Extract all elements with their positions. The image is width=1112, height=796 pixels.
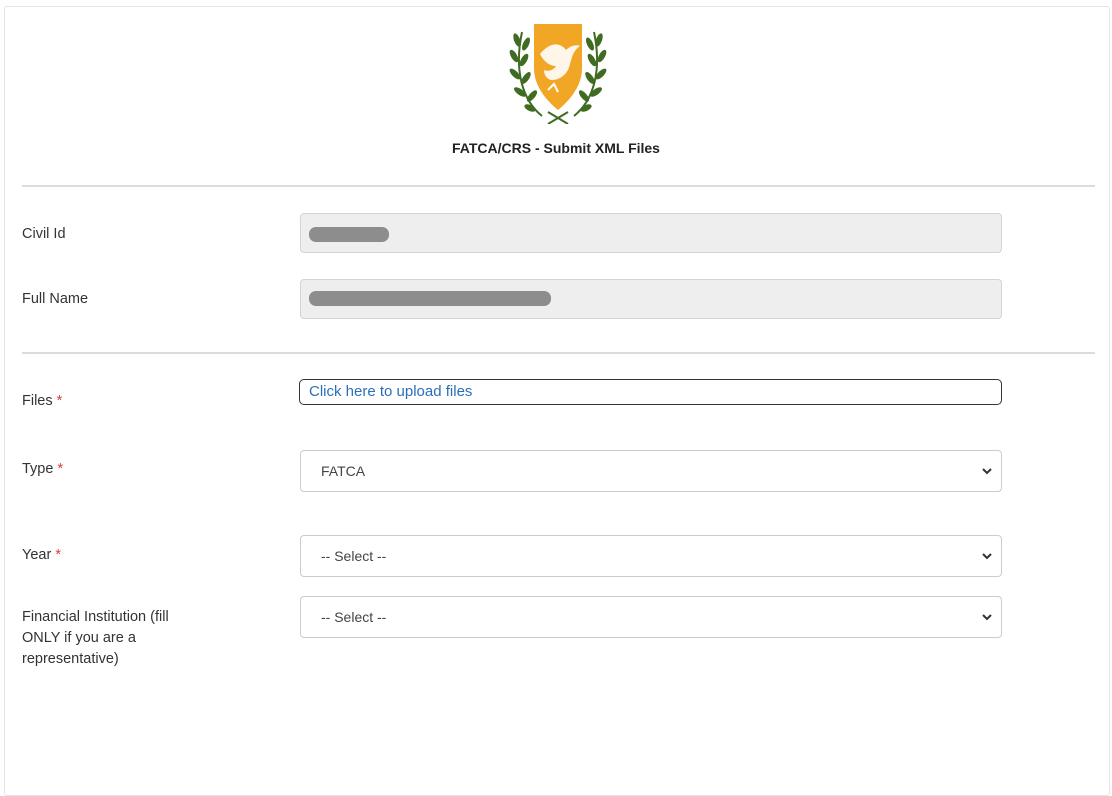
type-label-text: Type <box>22 461 54 477</box>
chevron-down-icon <box>982 553 992 560</box>
type-select-value: FATCA <box>321 463 366 479</box>
full-name-field <box>300 279 1002 319</box>
chevron-down-icon <box>982 614 992 621</box>
year-label: Year * <box>22 545 61 566</box>
fi-label-line: ONLY if you are a <box>22 630 136 646</box>
divider <box>22 185 1095 187</box>
type-select[interactable]: FATCA <box>300 450 1002 492</box>
chevron-down-icon <box>982 468 992 475</box>
type-label: Type * <box>22 459 63 480</box>
page-title: FATCA/CRS - Submit XML Files <box>452 140 660 156</box>
required-marker: * <box>56 393 63 409</box>
fi-select-value: -- Select -- <box>321 609 387 625</box>
year-label-text: Year <box>22 547 52 563</box>
fi-label-line: representative) <box>22 651 119 667</box>
year-select-value: -- Select -- <box>321 548 387 564</box>
financial-institution-label: Financial Institution (fill ONLY if you … <box>22 607 169 670</box>
files-label-text: Files <box>22 393 53 409</box>
redacted-value <box>309 291 551 306</box>
full-name-label: Full Name <box>22 291 89 307</box>
upload-files-input[interactable]: Click here to upload files <box>299 379 1002 405</box>
year-select[interactable]: -- Select -- <box>300 535 1002 577</box>
financial-institution-select[interactable]: -- Select -- <box>300 596 1002 638</box>
redacted-value <box>309 227 389 242</box>
cyprus-coat-of-arms-icon <box>509 24 607 124</box>
files-label: Files * <box>22 391 62 412</box>
required-marker: * <box>55 547 61 563</box>
required-marker: * <box>57 461 64 477</box>
civil-id-field <box>300 213 1002 253</box>
civil-id-label: Civil Id <box>22 226 66 242</box>
fi-label-line: Financial Institution (fill <box>22 609 169 625</box>
divider <box>22 352 1095 354</box>
